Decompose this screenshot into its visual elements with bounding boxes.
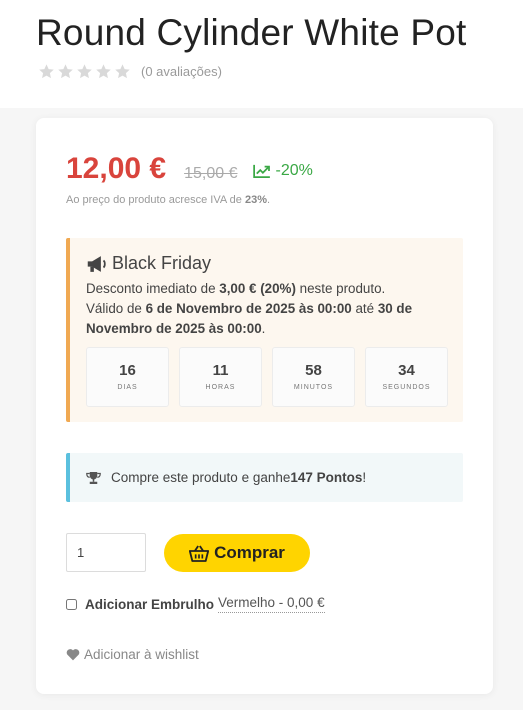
countdown-hours: 11 HORAS [179, 347, 262, 407]
bf-line1-suffix: neste produto. [295, 281, 386, 296]
reward-points-notice: Compre este produto e ganhe 147 Pontos! [66, 453, 463, 502]
price-row: 12,00 € 15,00 € -20% [66, 152, 313, 186]
gift-wrap-option[interactable]: Adicionar Embrulho Vermelho - 0,00 € [66, 595, 325, 613]
countdown-label: HORAS [205, 384, 236, 391]
heart-icon [66, 649, 80, 661]
product-rating[interactable]: (0 avaliações) [38, 63, 222, 80]
black-friday-description: Desconto imediato de 3,00 € (20%) neste … [86, 279, 458, 339]
basket-icon [189, 544, 210, 562]
discount-percent: -20% [275, 162, 313, 179]
countdown-timer: 16 DIAS 11 HORAS 58 MINUTOS 34 SEGUNDOS [86, 347, 448, 407]
wishlist-label: Adicionar à wishlist [84, 647, 199, 662]
gift-wrap-label: Adicionar Embrulho [85, 596, 215, 612]
points-prefix: Compre este produto e ganhe [111, 470, 291, 485]
black-friday-promo: Black Friday Desconto imediato de 3,00 €… [66, 238, 463, 422]
star-icon [115, 64, 130, 79]
countdown-seconds: 34 SEGUNDOS [365, 347, 448, 407]
bf-line2-suffix: . [261, 321, 266, 336]
countdown-value: 16 [119, 362, 136, 379]
countdown-value: 11 [212, 362, 229, 379]
megaphone-icon [87, 255, 106, 272]
rating-count[interactable]: (0 avaliações) [141, 64, 222, 79]
star-icon [96, 64, 111, 79]
add-to-wishlist-link[interactable]: Adicionar à wishlist [66, 647, 199, 662]
star-icon [77, 64, 92, 79]
star-icon [58, 64, 73, 79]
star-icon [39, 64, 54, 79]
tax-note: Ao preço do produto acresce IVA de 23%. [66, 194, 270, 206]
gift-wrap-variant[interactable]: Vermelho - 0,00 € [218, 595, 325, 613]
old-price: 15,00 € [184, 165, 238, 182]
countdown-label: SEGUNDOS [382, 384, 431, 391]
countdown-value: 58 [305, 362, 322, 379]
countdown-minutes: 58 MINUTOS [272, 347, 355, 407]
buy-button-label: Comprar [214, 543, 285, 562]
current-price: 12,00 € [66, 152, 167, 185]
points-suffix: ! [362, 470, 367, 485]
bf-start-date: 6 de Novembro de 2025 às 00:00 [145, 301, 352, 316]
bf-line2-middle: até [351, 301, 378, 316]
bf-discount-amount: 3,00 € (20%) [219, 281, 296, 296]
points-amount: 147 Pontos [290, 470, 363, 485]
countdown-value: 34 [398, 362, 415, 379]
gift-wrap-checkbox[interactable] [66, 598, 77, 610]
countdown-label: MINUTOS [293, 384, 334, 391]
black-friday-title: Black Friday [86, 253, 211, 274]
tax-note-text: Ao preço do produto acresce IVA de [66, 194, 245, 206]
countdown-label: DIAS [117, 384, 138, 391]
tax-note-suffix: . [267, 194, 271, 206]
product-purchase-card: 12,00 € 15,00 € -20% Ao preço do produto… [36, 118, 493, 694]
discount-badge: -20% [253, 162, 313, 180]
trend-up-icon [253, 164, 271, 178]
countdown-days: 16 DIAS [86, 347, 169, 407]
black-friday-title-text: Black Friday [112, 253, 212, 273]
product-title: Round Cylinder White Pot [36, 12, 467, 53]
bf-line1-prefix: Desconto imediato de [86, 281, 220, 296]
buy-button[interactable]: Comprar [164, 534, 310, 572]
trophy-icon [86, 471, 101, 484]
quantity-input[interactable] [66, 533, 146, 572]
tax-rate: 23% [244, 194, 267, 206]
bf-line2-prefix: Válido de [86, 301, 146, 316]
rating-stars [38, 63, 131, 80]
